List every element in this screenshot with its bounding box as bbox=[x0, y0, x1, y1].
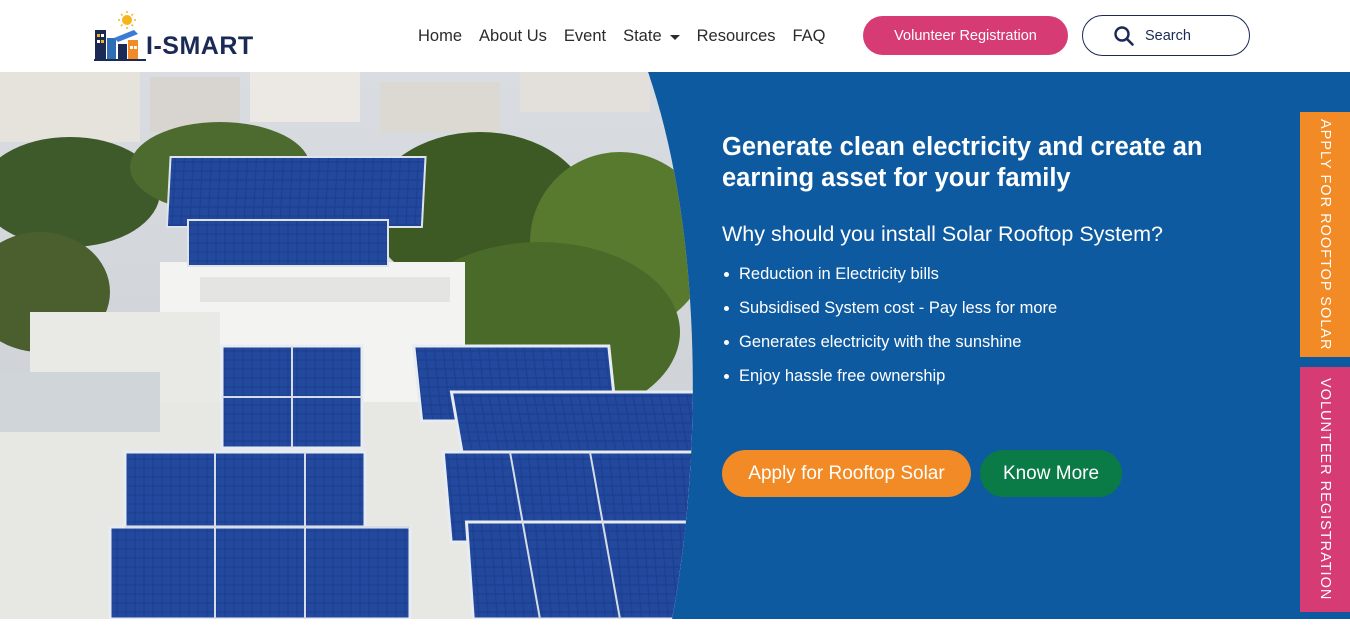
nav-home[interactable]: Home bbox=[418, 27, 462, 46]
rooftop-solar-photo bbox=[0, 72, 693, 619]
benefit-text: Subsidised System cost - Pay less for mo… bbox=[739, 299, 1058, 317]
benefit-item: Enjoy hassle free ownership bbox=[722, 359, 1242, 393]
search-placeholder: Search bbox=[1145, 27, 1191, 44]
site-header: I-SMART Home About Us Event State Resour… bbox=[0, 0, 1350, 72]
nav-resources[interactable]: Resources bbox=[697, 27, 776, 46]
page-bottom-strip bbox=[0, 619, 1350, 644]
side-tab-volunteer-registration[interactable]: VOLUNTEER REGISTRATION bbox=[1300, 367, 1350, 612]
side-tab-apply-rooftop-solar[interactable]: APPLY FOR ROOFTOP SOLAR bbox=[1300, 112, 1350, 357]
bullet-icon bbox=[724, 339, 729, 345]
benefit-item: Reduction in Electricity bills bbox=[722, 257, 1242, 291]
bullet-icon bbox=[724, 271, 729, 277]
search-box[interactable]: Search bbox=[1082, 15, 1250, 56]
benefit-item: Generates electricity with the sunshine bbox=[722, 325, 1242, 359]
main-nav: Home About Us Event State Resources FAQ bbox=[418, 27, 843, 46]
side-tab-apply-label: APPLY FOR ROOFTOP SOLAR bbox=[1317, 118, 1333, 351]
hero-section: Generate clean electricity and create an… bbox=[0, 72, 1350, 619]
nav-state-label: State bbox=[623, 27, 662, 45]
caret-down-icon bbox=[669, 34, 680, 40]
hero-content: Generate clean electricity and create an… bbox=[722, 132, 1242, 393]
apply-rooftop-solar-button[interactable]: Apply for Rooftop Solar bbox=[722, 450, 971, 497]
nav-event[interactable]: Event bbox=[564, 27, 606, 46]
nav-about-us[interactable]: About Us bbox=[479, 27, 547, 46]
hero-subheading: Why should you install Solar Rooftop Sys… bbox=[722, 222, 1163, 246]
benefit-text: Enjoy hassle free ownership bbox=[739, 367, 946, 385]
site-logo[interactable]: I-SMART bbox=[94, 10, 264, 62]
bullet-icon bbox=[724, 373, 729, 379]
nav-state-dropdown[interactable]: State bbox=[623, 27, 680, 46]
volunteer-registration-button[interactable]: Volunteer Registration bbox=[863, 16, 1068, 55]
side-tab-volunteer-label: VOLUNTEER REGISTRATION bbox=[1317, 378, 1333, 601]
bullet-icon bbox=[724, 305, 729, 311]
benefits-list: Reduction in Electricity bills Subsidise… bbox=[722, 257, 1242, 393]
hero-headline: Generate clean electricity and create an… bbox=[722, 133, 1203, 192]
search-icon bbox=[1114, 25, 1134, 46]
benefit-item: Subsidised System cost - Pay less for mo… bbox=[722, 291, 1242, 325]
benefit-text: Generates electricity with the sunshine bbox=[739, 333, 1022, 351]
know-more-button[interactable]: Know More bbox=[980, 450, 1122, 497]
solar-house-logo-icon bbox=[94, 11, 146, 61]
benefit-text: Reduction in Electricity bills bbox=[739, 265, 939, 283]
hero-cta-row: Apply for Rooftop Solar Know More bbox=[722, 450, 1122, 497]
nav-faq[interactable]: FAQ bbox=[793, 27, 826, 46]
logo-text: I-SMART bbox=[146, 32, 254, 60]
